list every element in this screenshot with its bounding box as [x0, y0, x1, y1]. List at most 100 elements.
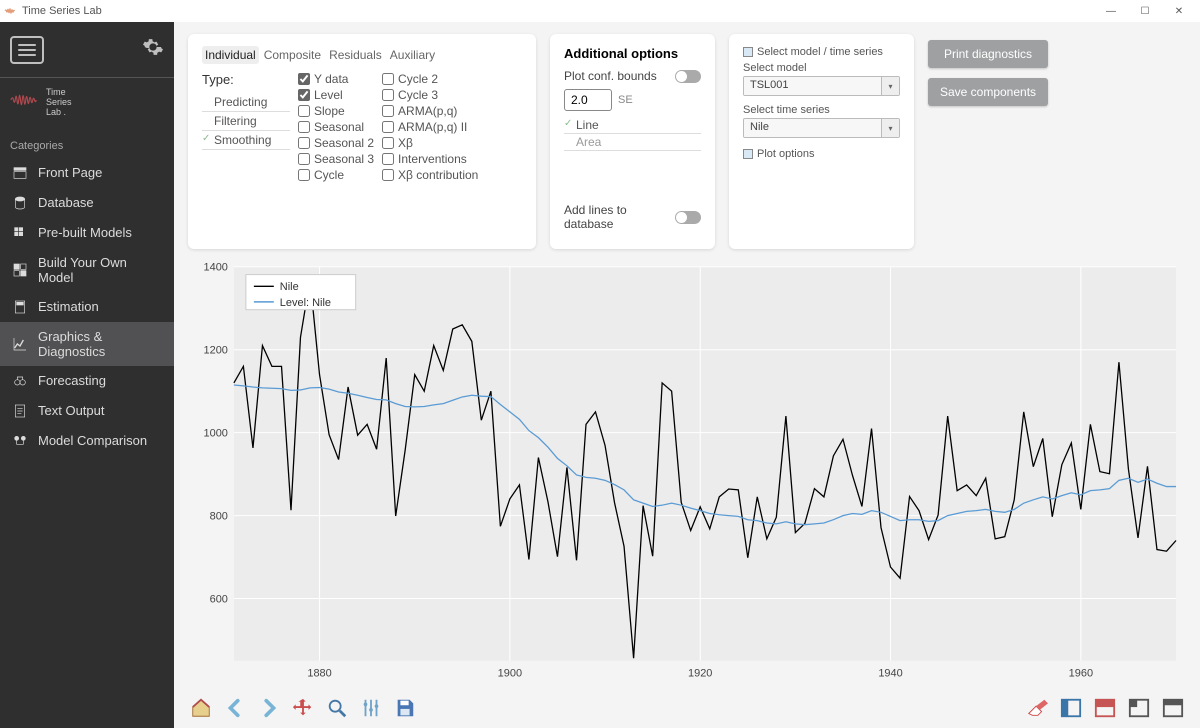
- select-model-label: Select model: [743, 62, 900, 74]
- maximize-button[interactable]: ☐: [1128, 6, 1162, 17]
- conf-bounds-toggle[interactable]: [675, 70, 701, 83]
- type-filtering[interactable]: Filtering: [202, 112, 290, 131]
- subplot1-icon[interactable]: [1058, 695, 1084, 721]
- calc-icon: [12, 299, 28, 315]
- svg-text:1940: 1940: [878, 667, 902, 679]
- conf-value-input[interactable]: [564, 89, 612, 111]
- check-level[interactable]: Level: [298, 88, 374, 102]
- linetype-area[interactable]: Area: [564, 134, 701, 151]
- doc-icon: [12, 403, 28, 419]
- brand-wave-icon: [10, 88, 38, 117]
- svg-text:Nile: Nile: [280, 281, 299, 293]
- svg-text:1000: 1000: [204, 428, 228, 440]
- plot-options-check[interactable]: Plot options: [743, 148, 900, 160]
- type-smoothing[interactable]: Smoothing: [202, 131, 290, 150]
- check-slope[interactable]: Slope: [298, 104, 374, 118]
- plot-type-panel: IndividualCompositeResidualsAuxiliary Ty…: [188, 34, 536, 249]
- nav-text-output[interactable]: Text Output: [0, 396, 174, 426]
- subplot3-icon[interactable]: [1126, 695, 1152, 721]
- additional-options-panel: Additional options Plot conf. bounds SE …: [550, 34, 715, 249]
- check-x-contribution[interactable]: Xβ contribution: [382, 168, 478, 182]
- nav-build-your-own-model[interactable]: Build Your Own Model: [0, 248, 174, 292]
- close-button[interactable]: ✕: [1162, 6, 1196, 17]
- nav-list: Front PageDatabasePre-built ModelsBuild …: [0, 158, 174, 456]
- select-model-dropdown[interactable]: TSL001 ▾: [743, 76, 900, 96]
- add-lines-label: Add lines to database: [564, 203, 669, 231]
- tab-composite[interactable]: Composite: [261, 46, 324, 64]
- check-arma-p-q-ii[interactable]: ARMA(p,q) II: [382, 120, 478, 134]
- back-arrow-icon[interactable]: [222, 695, 248, 721]
- compare-icon: [12, 433, 28, 449]
- svg-text:1200: 1200: [204, 345, 228, 357]
- svg-text:1400: 1400: [204, 262, 228, 274]
- svg-text:600: 600: [210, 594, 228, 606]
- check-seasonal[interactable]: Seasonal: [298, 120, 374, 134]
- svg-text:1920: 1920: [688, 667, 712, 679]
- database-icon: [12, 195, 28, 211]
- brand-line3: Lab .: [46, 108, 72, 118]
- tab-residuals[interactable]: Residuals: [326, 46, 385, 64]
- check-arma-p-q-[interactable]: ARMA(p,q): [382, 104, 478, 118]
- chart-icon: [12, 336, 28, 352]
- nav-estimation[interactable]: Estimation: [0, 292, 174, 322]
- chart-area: 600 800 1000 1200 1400 1880 1900 1920 1940 1960 Ni…: [188, 259, 1186, 688]
- pan-icon[interactable]: [290, 695, 316, 721]
- nav-front-page[interactable]: Front Page: [0, 158, 174, 188]
- tab-individual[interactable]: Individual: [202, 46, 259, 64]
- minimize-button[interactable]: —: [1094, 6, 1128, 17]
- check-x-[interactable]: Xβ: [382, 136, 478, 150]
- nav-forecasting[interactable]: Forecasting: [0, 366, 174, 396]
- select-panel: Select model / time series Select model …: [729, 34, 914, 249]
- tab-auxiliary[interactable]: Auxiliary: [387, 46, 438, 64]
- titlebar: Time Series Lab — ☐ ✕: [0, 0, 1200, 22]
- svg-text:800: 800: [210, 511, 228, 523]
- check-seasonal-2[interactable]: Seasonal 2: [298, 136, 374, 150]
- chevron-down-icon: ▾: [881, 77, 899, 95]
- forward-arrow-icon[interactable]: [256, 695, 282, 721]
- home-icon[interactable]: [188, 695, 214, 721]
- check-interventions[interactable]: Interventions: [382, 152, 478, 166]
- nav-database[interactable]: Database: [0, 188, 174, 218]
- subplot4-icon[interactable]: [1160, 695, 1186, 721]
- app-title: Time Series Lab: [22, 5, 102, 17]
- svg-text:1900: 1900: [498, 667, 522, 679]
- check-cycle-2[interactable]: Cycle 2: [382, 72, 478, 86]
- bottom-toolbar: [174, 688, 1200, 728]
- se-label: SE: [618, 94, 633, 106]
- settings-button[interactable]: [142, 36, 164, 63]
- check-cycle[interactable]: Cycle: [298, 168, 374, 182]
- sidebar: Time Series Lab . Categories Front PageD…: [0, 22, 174, 728]
- additional-title: Additional options: [564, 46, 701, 61]
- nav-pre-built-models[interactable]: Pre-built Models: [0, 218, 174, 248]
- type-predicting[interactable]: Predicting: [202, 93, 290, 112]
- eraser-icon[interactable]: [1024, 695, 1050, 721]
- hamburger-button[interactable]: [10, 36, 44, 64]
- add-lines-toggle[interactable]: [675, 211, 701, 224]
- svg-text:1880: 1880: [307, 667, 331, 679]
- select-series-dropdown[interactable]: Nile ▾: [743, 118, 900, 138]
- conf-bounds-label: Plot conf. bounds: [564, 69, 657, 83]
- select-series-label: Select time series: [743, 104, 900, 116]
- chevron-down-icon: ▾: [881, 119, 899, 137]
- save-components-button[interactable]: Save components: [928, 78, 1048, 106]
- zoom-icon[interactable]: [324, 695, 350, 721]
- check-cycle-3[interactable]: Cycle 3: [382, 88, 478, 102]
- check-y-data[interactable]: Y data: [298, 72, 374, 86]
- save-icon[interactable]: [392, 695, 418, 721]
- svg-text:1960: 1960: [1069, 667, 1093, 679]
- binoc-icon: [12, 373, 28, 389]
- layout-icon: [12, 165, 28, 181]
- linetype-line[interactable]: Line: [564, 117, 701, 134]
- type-label: Type:: [202, 72, 290, 87]
- app-logo-icon: [4, 5, 16, 17]
- nav-model-comparison[interactable]: Model Comparison: [0, 426, 174, 456]
- check-seasonal-3[interactable]: Seasonal 3: [298, 152, 374, 166]
- configure-icon[interactable]: [358, 695, 384, 721]
- print-diagnostics-button[interactable]: Print diagnostics: [928, 40, 1048, 68]
- categories-header: Categories: [0, 132, 174, 158]
- svg-text:Level: Nile: Level: Nile: [280, 297, 331, 309]
- brand-area: Time Series Lab .: [0, 78, 174, 132]
- subplot2-icon[interactable]: [1092, 695, 1118, 721]
- nav-graphics-diagnostics[interactable]: Graphics & Diagnostics: [0, 322, 174, 366]
- select-title-check[interactable]: Select model / time series: [743, 46, 900, 58]
